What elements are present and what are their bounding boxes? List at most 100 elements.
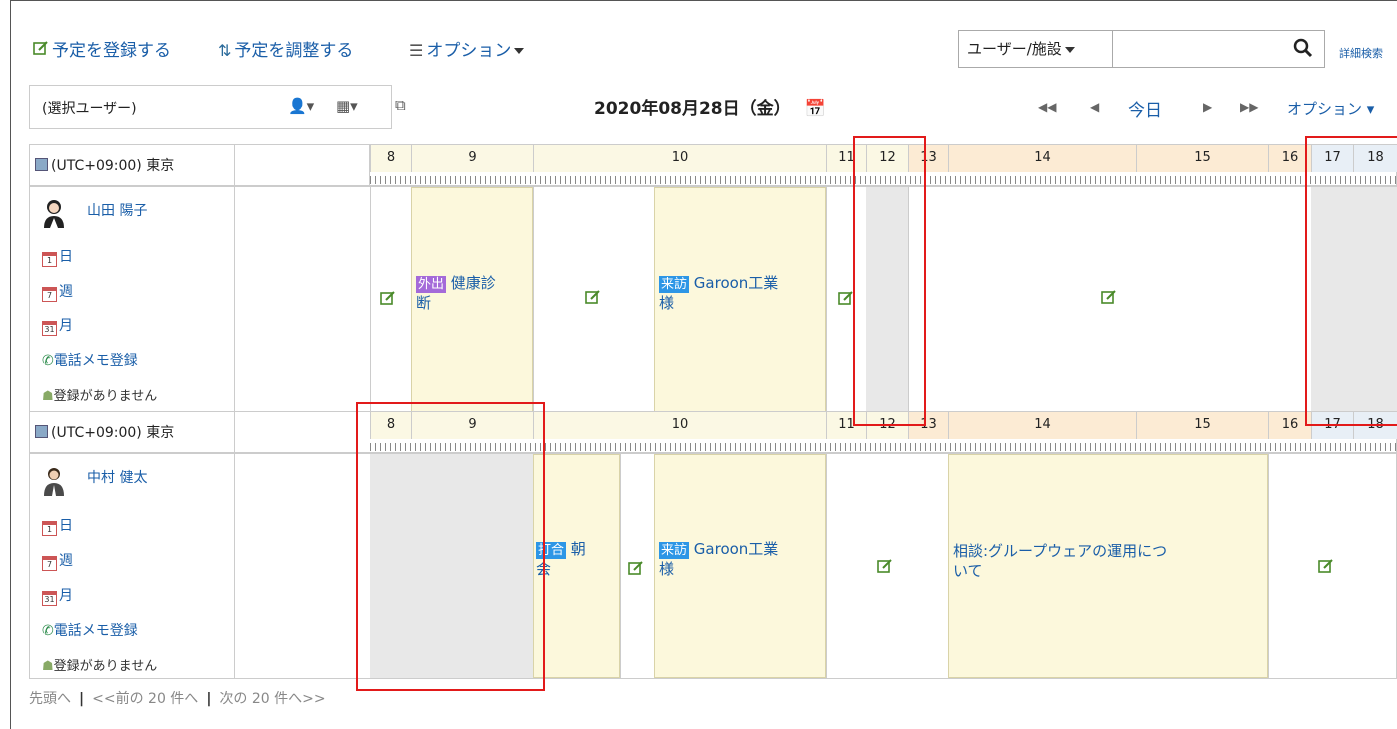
no-registration-text: 登録がありません xyxy=(53,659,158,674)
day-view-link[interactable]: 1日 xyxy=(42,246,73,267)
phone-memo-link[interactable]: ✆電話メモ登録 xyxy=(42,620,138,640)
event-title: Garoon工業 xyxy=(693,274,779,292)
next-week-icon[interactable]: ▶▶ xyxy=(1240,100,1258,114)
pager-separator: | xyxy=(79,691,85,707)
add-schedule-icon[interactable] xyxy=(838,290,854,306)
phone-memo-link[interactable]: ✆電話メモ登録 xyxy=(42,350,138,370)
no-registration-status: ☗登録がありません xyxy=(42,655,157,674)
event-badge-visit: 来訪 xyxy=(659,276,690,293)
event-badge-visit: 来訪 xyxy=(659,542,690,559)
avatar xyxy=(44,200,64,228)
add-schedule-icon[interactable] xyxy=(628,560,644,576)
event-badge-out: 外出 xyxy=(416,276,447,293)
add-schedule-icon[interactable] xyxy=(585,289,601,305)
event-title: 朝 xyxy=(570,540,586,558)
phone-icon: ✆ xyxy=(42,623,54,639)
no-registration-text: 登録がありません xyxy=(53,389,158,404)
event-morning-meeting[interactable]: 打合 朝会 xyxy=(533,454,620,678)
options-label: オプション xyxy=(426,41,512,61)
no-registration-status: ☗登録がありません xyxy=(42,385,157,404)
pager-separator: | xyxy=(206,691,212,707)
date-title-text: 2020年08月28日（金） xyxy=(594,99,791,119)
day-label: 日 xyxy=(59,249,73,265)
event-title-cont: 断 xyxy=(416,294,432,312)
week-label: 週 xyxy=(59,553,73,569)
hour-cell: 15 xyxy=(1136,412,1268,439)
view-options-menu[interactable]: オプション ▾ xyxy=(1287,98,1374,119)
event-groupware-consult[interactable]: 相談:グループウェアの運用につ いて xyxy=(948,454,1268,678)
search-category-label: ユーザー/施設 xyxy=(967,40,1062,58)
calendar-day-icon: 1 xyxy=(42,252,57,267)
search-input[interactable] xyxy=(1114,31,1278,69)
search-category-dropdown[interactable]: ユーザー/施設 xyxy=(959,31,1113,67)
user-name-text: 山田 陽子 xyxy=(87,203,148,219)
pager-prev[interactable]: <<前の 20 件へ xyxy=(92,691,198,707)
date-title: 2020年08月28日（金） 📅 xyxy=(594,94,826,119)
calendar-day-icon: 1 xyxy=(42,521,57,536)
calendar-month-icon: 31 xyxy=(42,591,57,606)
prev-day-icon[interactable]: ◀ xyxy=(1090,100,1099,114)
timezone-text: (UTC+09:00) 東京 xyxy=(51,158,175,174)
calendar-month-icon: 31 xyxy=(42,321,57,336)
avatar xyxy=(44,468,64,496)
phone-icon: ✆ xyxy=(42,353,54,369)
today-link[interactable]: 今日 xyxy=(1128,96,1162,121)
event-garoon-visit[interactable]: 来訪 Garoon工業様 xyxy=(654,187,826,412)
add-schedule-icon[interactable] xyxy=(877,558,893,574)
month-label: 月 xyxy=(59,318,73,334)
highlight-box xyxy=(356,402,545,691)
popup-icon[interactable]: ⧉ xyxy=(395,96,406,114)
globe-icon xyxy=(35,425,48,438)
user-select-label: (選択ユーザー) xyxy=(42,101,137,117)
phone-memo-label: 電話メモ登録 xyxy=(53,353,138,369)
user-icon[interactable]: 👤▾ xyxy=(288,97,314,115)
column-divider xyxy=(234,186,235,413)
event-garoon-visit[interactable]: 来訪 Garoon工業様 xyxy=(654,454,826,678)
week-label: 週 xyxy=(59,284,73,300)
timezone-label-1: (UTC+09:00) 東京 xyxy=(35,155,174,175)
register-schedule-link[interactable]: 予定を登録する xyxy=(33,36,171,61)
presence-icon: ☗ xyxy=(42,389,54,404)
user-name-1[interactable]: 山田 陽子 xyxy=(87,200,147,220)
adjust-schedule-label: 予定を調整する xyxy=(234,41,354,61)
week-view-link[interactable]: 7週 xyxy=(42,281,73,302)
month-view-link[interactable]: 31 月 xyxy=(42,585,73,606)
day-label: 日 xyxy=(59,518,73,534)
search-icon[interactable] xyxy=(1292,37,1314,59)
options-menu[interactable]: ☰ オプション xyxy=(409,36,525,61)
add-schedule-icon[interactable] xyxy=(1318,558,1334,574)
hour-cell: 14 xyxy=(948,145,1136,172)
hour-cell: 10 xyxy=(533,145,826,172)
day-view-link[interactable]: 1日 xyxy=(42,515,73,536)
highlight-box xyxy=(1305,136,1397,426)
event-health-check[interactable]: 外出 健康診断 xyxy=(411,187,533,412)
user-select-box[interactable]: (選択ユーザー) 👤▾ ▦▾ ⧉ xyxy=(29,85,406,129)
search-box: ユーザー/施設 xyxy=(958,30,1325,69)
event-title-cont: 様 xyxy=(659,294,675,312)
calendar-icon[interactable]: 📅 xyxy=(805,99,826,119)
hour-cell: 14 xyxy=(948,412,1136,439)
advanced-search-link[interactable]: 詳細検索 xyxy=(1339,45,1383,61)
hour-cell: 9 xyxy=(411,145,533,172)
event-title-cont: 様 xyxy=(659,560,675,578)
view-options-label: オプション xyxy=(1287,100,1363,118)
caret-down-icon xyxy=(514,48,525,54)
adjust-schedule-link[interactable]: ⇅ 予定を調整する xyxy=(218,36,353,61)
pagination: 先頭へ | <<前の 20 件へ | 次の 20 件へ>> xyxy=(29,688,326,708)
month-view-link[interactable]: 31 月 xyxy=(42,315,73,336)
calendar-week-icon: 7 xyxy=(42,556,57,571)
week-view-link[interactable]: 7週 xyxy=(42,550,73,571)
calendar-week-icon: 7 xyxy=(42,287,57,302)
pager-first[interactable]: 先頭へ xyxy=(29,691,71,707)
group-icon[interactable]: ▦▾ xyxy=(336,97,358,115)
user-name-2[interactable]: 中村 健太 xyxy=(87,467,147,487)
globe-icon xyxy=(35,158,48,171)
next-day-icon[interactable]: ▶ xyxy=(1203,100,1212,114)
user-name-text: 中村 健太 xyxy=(87,470,148,486)
add-schedule-icon[interactable] xyxy=(380,290,396,306)
column-divider xyxy=(234,453,235,679)
prev-week-icon[interactable]: ◀◀ xyxy=(1038,100,1056,114)
pager-next[interactable]: 次の 20 件へ>> xyxy=(219,691,325,707)
add-schedule-icon[interactable] xyxy=(1101,289,1117,305)
hour-cell: 8 xyxy=(370,145,411,172)
